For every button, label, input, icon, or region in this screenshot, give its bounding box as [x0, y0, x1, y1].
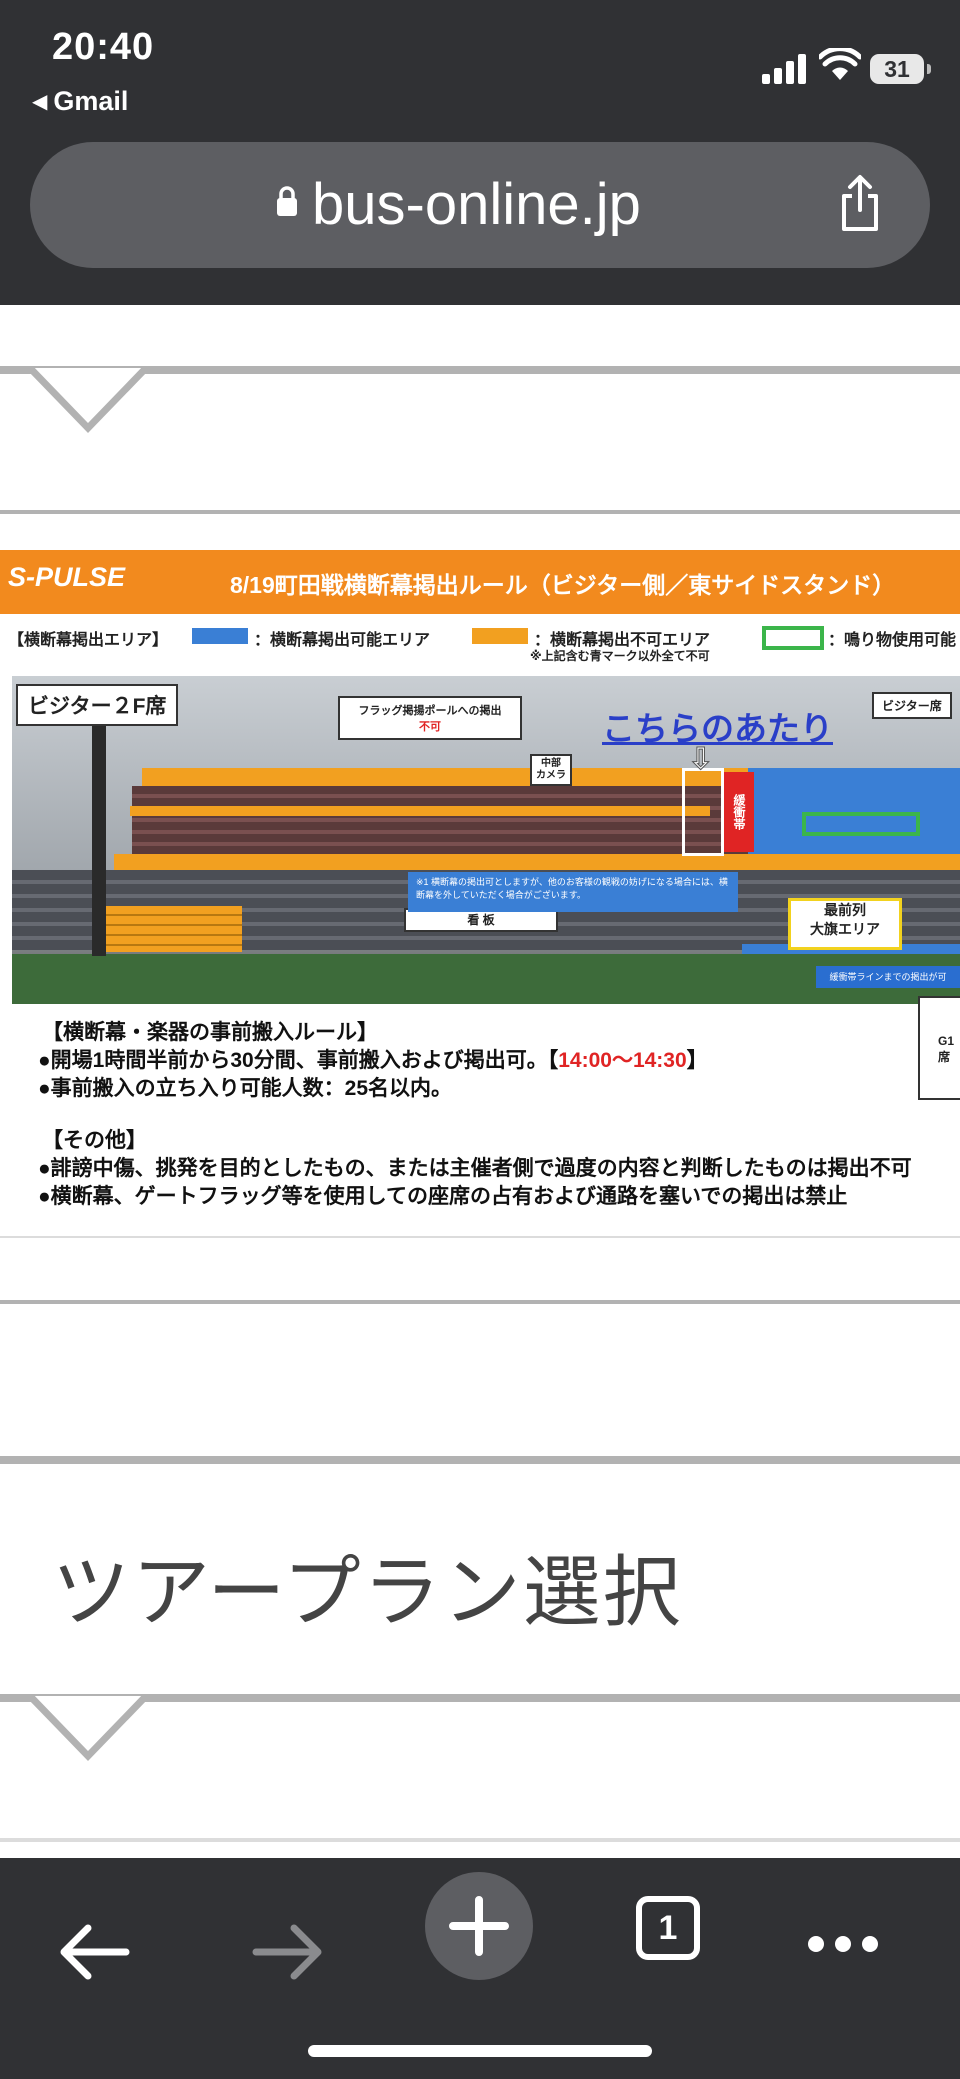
camera-label-line1: 中部 [541, 758, 561, 769]
forward-arrow-icon[interactable] [250, 1922, 326, 1982]
g1-line2: 席 [938, 1050, 951, 1064]
front-row-label: 最前列 大旗エリア [788, 898, 902, 950]
g1-label: G1 席 [918, 996, 960, 1100]
section-title: ツアープラン選択 [52, 1548, 683, 1636]
back-app-label: Gmail [53, 86, 129, 116]
share-icon[interactable] [836, 174, 884, 232]
cellular-signal-icon [762, 50, 806, 84]
battery-icon: 31 [870, 54, 931, 84]
back-to-app-link[interactable]: ◀ Gmail [32, 86, 128, 117]
upper-seats [132, 786, 762, 858]
banner-title: 8/19町田戦横断幕掲出ルール（ビジター側／東サイドスタンド） [230, 572, 896, 598]
rule-1: ●開場1時間半前から30分間、事前搬入および掲出可。【14:00〜14:30】 [38, 1044, 708, 1074]
rule-1-time: 14:00〜14:30 [558, 1049, 687, 1072]
light-pole [92, 716, 106, 956]
flag-note-line2: 不可 [419, 721, 441, 733]
buffer-zone: 緩衝帯 [724, 772, 754, 852]
divider [0, 1838, 960, 1842]
line-note: 緩衝帯ラインまでの掲出が可 [816, 966, 960, 988]
visitor-seat-label: ビジター席 [872, 692, 952, 719]
legend-ng-swatch [472, 628, 528, 644]
back-triangle-icon: ◀ [32, 91, 48, 113]
url-domain: bus-online.jp [312, 172, 641, 237]
home-indicator[interactable] [308, 2045, 652, 2057]
banner-rules-image: S-PULSE 8/19町田戦横断幕掲出ルール（ビジター側／東サイドスタンド） … [0, 550, 960, 1238]
address-bar[interactable]: bus-online.jp [30, 142, 930, 268]
divider [0, 1300, 960, 1304]
highlight-label: こちらのあたり [602, 710, 833, 747]
legend-noise-label: ：鳴り物使用可能 [828, 632, 957, 649]
front-row-line1: 最前列 [824, 902, 866, 918]
other-heading: 【その他】 [42, 1129, 147, 1152]
note-box: ※1 横断幕の掲出可としますが、他のお客様の観戦の妨げになる場合には、横断幕を外… [408, 872, 738, 912]
other-1: ●誹謗中傷、挑発を目的としたもの、または主催者側で過度の内容と判断したものは掲出… [38, 1157, 912, 1180]
status-time: 20:40 [52, 26, 155, 68]
g1-line1: G1 [938, 1034, 955, 1048]
wifi-icon [819, 48, 861, 80]
flag-note-line1: フラッグ掲揚ポールへの掲出 [358, 705, 502, 717]
rule-1-end: 】 [686, 1049, 708, 1072]
stadium-photo: 緩衝帯 ビジター２F席 フラッグ掲揚ポールへの掲出 不可 中部 カメラ こちらの… [12, 676, 960, 1004]
tab-count: 1 [658, 1909, 678, 1947]
other-2: ●横断幕、ゲートフラッグ等を使用しての座席の占有および通路を塞いでの掲出は禁止 [38, 1185, 848, 1208]
collapse-chevron-icon[interactable] [28, 1694, 148, 1762]
club-logo: S-PULSE [8, 562, 126, 592]
rule-2: ●事前搬入の立ち入り可能人数：25名以内。 [38, 1077, 453, 1100]
back-arrow-icon[interactable] [56, 1922, 132, 1982]
tabs-button[interactable]: 1 [636, 1896, 700, 1960]
stand-edge [142, 768, 752, 786]
legend-ok-label: ：横断幕掲出可能エリア [254, 632, 431, 649]
stand-rail [130, 806, 710, 816]
more-menu-icon[interactable] [806, 1934, 880, 1954]
battery-level: 31 [884, 56, 910, 82]
plus-icon [449, 1896, 509, 1956]
browser-toolbar: 1 [0, 1858, 960, 2079]
new-tab-button[interactable] [425, 1872, 533, 1980]
seat-label: ビジター２F席 [16, 684, 179, 726]
lower-ng-area [92, 906, 242, 952]
divider [0, 1456, 960, 1464]
legend-ng-note: ※上記含む青マーク以外全て不可 [530, 649, 710, 663]
legend-noise-swatch [762, 626, 824, 650]
noise-area-box [802, 812, 920, 836]
lock-icon [277, 186, 297, 216]
rule-heading: 【横断幕・楽器の事前搬入ルール】 [42, 1021, 378, 1044]
flag-note: フラッグ掲揚ポールへの掲出 不可 [338, 696, 522, 740]
banner-header: S-PULSE 8/19町田戦横断幕掲出ルール（ビジター側／東サイドスタンド） [0, 550, 960, 614]
legend-ok-swatch [192, 628, 248, 644]
front-row-line2: 大旗エリア [810, 921, 880, 937]
down-arrow-icon: ⇩ [687, 743, 714, 777]
camera-label-line2: カメラ [536, 770, 566, 781]
camera-label: 中部 カメラ [530, 754, 572, 786]
divider [0, 510, 960, 514]
rule-1-text: ●開場1時間半前から30分間、事前搬入および掲出可。【 [38, 1049, 559, 1072]
browser-top-bar: 20:40 ◀ Gmail 31 bus-online.jp [0, 0, 960, 305]
highlight-box [682, 768, 724, 856]
divider [0, 1236, 960, 1238]
collapse-chevron-icon[interactable] [28, 366, 148, 434]
stand-front-edge [114, 854, 960, 870]
legend-heading: 【横断幕掲出エリア】 [8, 632, 169, 649]
